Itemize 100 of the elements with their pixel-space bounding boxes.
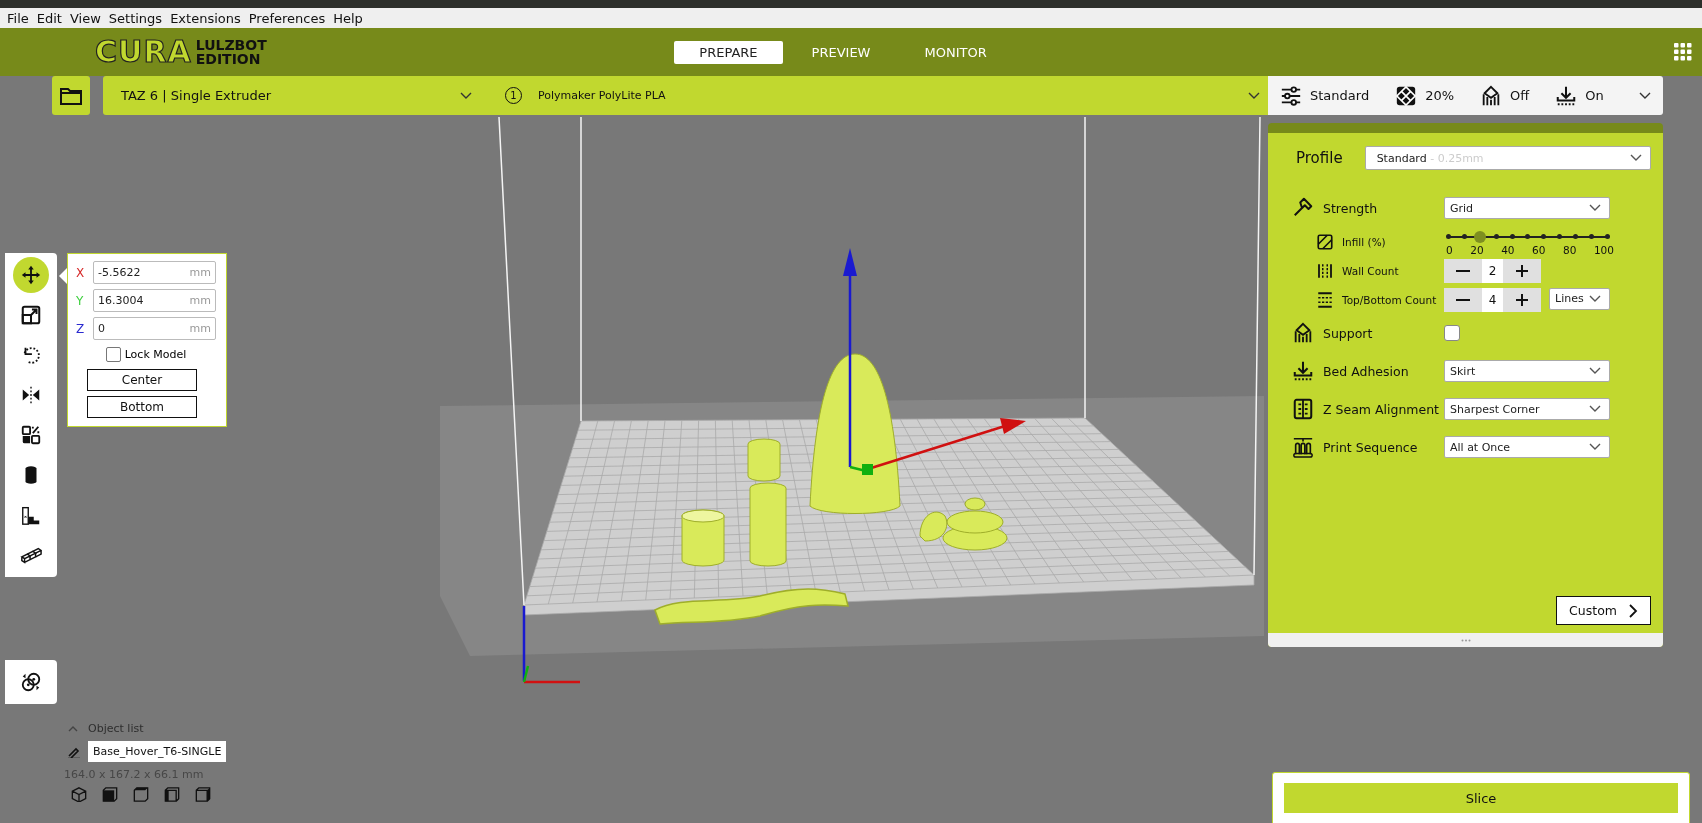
setting-label: Bed Adhesion (1323, 363, 1409, 379)
axis-label: Z (76, 321, 85, 336)
stage-tab[interactable]: PREVIEW (786, 40, 896, 64)
slider-thumb[interactable] (1474, 230, 1486, 243)
chevron-down-icon (1589, 405, 1601, 413)
menu-item[interactable]: Edit (35, 10, 63, 26)
slider-tick-label: 0 (1446, 243, 1453, 256)
summary-value: 20% (1425, 88, 1455, 103)
chevron-down-icon (1589, 367, 1601, 375)
top-bottom-icon (1316, 290, 1334, 309)
chevron-down-icon (460, 91, 472, 100)
minus-icon (1456, 269, 1470, 272)
slider-tick-label: 100 (1593, 243, 1614, 256)
custom-settings-button[interactable]: Custom (1556, 596, 1651, 625)
infill-icon (1316, 232, 1334, 251)
setting-label: Wall Count (1342, 264, 1399, 277)
setting-dropdown[interactable]: Skirt (1444, 360, 1610, 382)
unit-label: mm (189, 266, 211, 279)
axis-label: X (76, 265, 85, 280)
caret-icon (68, 725, 78, 732)
coordinate-field[interactable]: -5.5622 mm (93, 261, 216, 284)
chevron-down-icon (1589, 443, 1601, 451)
bed-adhesion-icon (1292, 360, 1314, 382)
app-grid-icon (1674, 43, 1692, 61)
profile-name: Standard (1376, 151, 1427, 165)
3d-view-icon[interactable] (70, 787, 88, 802)
menu-item[interactable]: Help (332, 10, 364, 26)
menu-item[interactable]: Settings (107, 10, 164, 26)
checkbox-label: Lock Model (124, 348, 187, 361)
setting-label: Strength (1323, 200, 1378, 216)
slider-tick-label: 20 (1470, 243, 1484, 256)
stepper-control[interactable]: 4 (1444, 287, 1541, 312)
top-view-icon[interactable] (132, 787, 150, 802)
material-selector[interactable]: 1 Polymaker PolyLite PLA (490, 76, 1268, 115)
summary-value: Off (1510, 88, 1530, 103)
coordinate-field[interactable]: 0 mm (93, 317, 216, 340)
setting-dropdown[interactable]: Sharpest Corner (1444, 398, 1610, 420)
coordinate-field[interactable]: 16.3004 mm (93, 289, 216, 312)
print-sequence-icon (1292, 436, 1314, 458)
lock-model-checkbox[interactable] (105, 347, 121, 362)
per-model-settings-icon (20, 424, 42, 446)
menu-item[interactable]: Extensions (169, 10, 242, 26)
chevron-down-icon (1639, 91, 1651, 100)
setting-dropdown[interactable]: All at Once (1444, 436, 1610, 458)
slice-button[interactable]: Slice (1284, 783, 1678, 813)
menu-item[interactable]: File (6, 10, 30, 26)
summary-value: Standard (1310, 88, 1370, 103)
logo-subtitle: EDITION (195, 52, 262, 66)
move-arrows-icon (20, 264, 42, 286)
sliders-icon (1280, 84, 1302, 107)
print-setup-summary[interactable]: Standard 20% Off On (1268, 76, 1663, 115)
position-button[interactable]: Center (87, 369, 197, 391)
arrange-icon (20, 671, 42, 693)
unit-dropdown[interactable]: Lines (1549, 287, 1610, 310)
chevron-down-icon (1589, 204, 1601, 212)
plus-icon (1515, 263, 1529, 278)
logo-subtitle: LULZBOT (195, 38, 267, 52)
move-tool-button[interactable] (13, 257, 49, 293)
unit-label: mm (189, 294, 211, 307)
logo-wordmark: CURA (95, 37, 192, 67)
steps-icon (20, 504, 42, 526)
slider-tick-label: 40 (1501, 243, 1515, 256)
slider-tick-label: 60 (1532, 243, 1546, 256)
menu-item[interactable]: Preferences (247, 10, 327, 26)
front-view-icon[interactable] (101, 787, 119, 802)
slider-tick-label: 80 (1563, 243, 1577, 256)
chevron-down-icon (1630, 154, 1642, 162)
bed-adhesion-icon (1555, 84, 1578, 107)
position-button[interactable]: Bottom (87, 396, 197, 418)
stepper-value: 2 (1482, 258, 1503, 283)
right-view-icon[interactable] (194, 787, 212, 802)
menu-item[interactable]: View (68, 10, 102, 26)
axis-label: Y (76, 293, 85, 308)
chevron-right-icon (1629, 603, 1638, 618)
stepper-control[interactable]: 2 (1444, 258, 1541, 283)
pencil-icon (68, 745, 80, 758)
stage-tab[interactable]: PREPARE (674, 40, 783, 64)
infill-pattern-icon (1395, 84, 1418, 107)
object-name-field[interactable]: Base_Hover_T6-SINGLE (88, 741, 227, 762)
mirror-icon (20, 384, 42, 406)
drag-handle-icon (1460, 638, 1471, 642)
support-icon (1292, 322, 1314, 344)
setting-label: Print Sequence (1323, 439, 1418, 455)
scale-icon (20, 304, 42, 326)
unit-label: mm (189, 322, 211, 335)
printer-name: TAZ 6 | Single Extruder (121, 88, 272, 103)
stage-tab[interactable]: MONITOR (899, 40, 1012, 64)
z-seam-icon (1292, 398, 1314, 420)
chevron-down-icon (1589, 294, 1601, 303)
chevron-down-icon (1248, 91, 1260, 100)
left-view-icon[interactable] (163, 787, 181, 802)
hammer-icon (1292, 197, 1314, 219)
open-file-button[interactable] (52, 76, 90, 115)
setting-checkbox[interactable] (1444, 325, 1460, 341)
printer-selector[interactable]: TAZ 6 | Single Extruder (103, 76, 490, 115)
summary-value: On (1585, 88, 1604, 103)
setting-dropdown[interactable]: Grid (1444, 197, 1610, 219)
minus-icon (1456, 298, 1470, 301)
folder-icon (60, 86, 82, 105)
setting-label: Z Seam Alignment (1323, 401, 1439, 417)
